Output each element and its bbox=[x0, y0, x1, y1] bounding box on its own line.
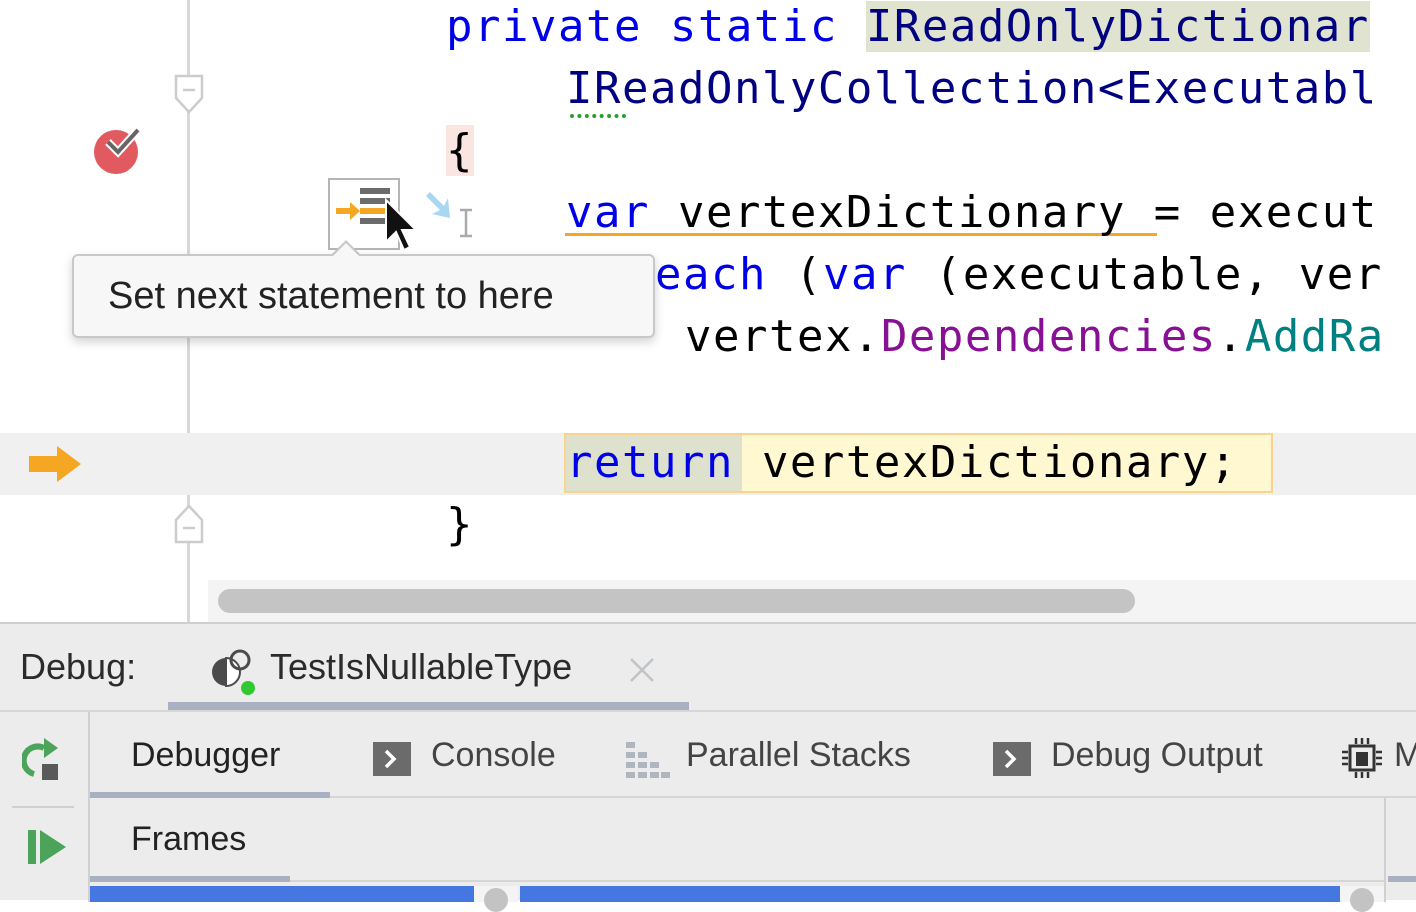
debug-left-toolbar bbox=[0, 712, 90, 902]
tab-memory[interactable]: M bbox=[1342, 712, 1416, 798]
tab-label: Parallel Stacks bbox=[686, 736, 911, 774]
code-token: vertexDictionary; bbox=[733, 437, 1238, 488]
memory-icon bbox=[1342, 738, 1382, 778]
code-token: var bbox=[822, 249, 907, 300]
code-line-return: return vertexDictionary; bbox=[566, 432, 1238, 494]
code-token: IReadOnlyCollection<Executabl bbox=[566, 63, 1378, 114]
rerun-icon[interactable] bbox=[22, 734, 68, 784]
code-token: vertex. bbox=[685, 311, 881, 362]
frames-header[interactable]: Frames bbox=[131, 820, 246, 859]
tab-label: M bbox=[1394, 736, 1416, 774]
session-tab-underline bbox=[168, 702, 689, 710]
tooltip-pointer-fill bbox=[332, 243, 360, 257]
code-token: (executable, ver bbox=[906, 249, 1383, 300]
code-token: . bbox=[1216, 311, 1245, 362]
parallel-stacks-icon bbox=[626, 742, 670, 778]
fold-end-icon[interactable] bbox=[173, 504, 205, 544]
execution-pointer-icon[interactable] bbox=[27, 444, 83, 484]
code-token: Dependencies bbox=[880, 311, 1217, 362]
toolbar-divider bbox=[12, 806, 74, 808]
console-icon bbox=[373, 742, 411, 776]
console-icon bbox=[993, 742, 1031, 776]
code-token: IReadOnlyDictionar bbox=[865, 1, 1370, 52]
debug-session-icon bbox=[212, 649, 255, 695]
tab-parallel-stacks[interactable]: Parallel Stacks bbox=[626, 712, 911, 798]
fold-collapse-icon[interactable] bbox=[173, 74, 205, 114]
code-line-6: vertex.Dependencies.AddRa bbox=[685, 306, 1385, 368]
code-line-1: private static IReadOnlyDictionar bbox=[446, 0, 1370, 58]
frames-tab-indicator bbox=[90, 876, 290, 882]
code-line-5: each (var (executable, ver bbox=[655, 244, 1383, 306]
tab-debug-output[interactable]: Debug Output bbox=[993, 712, 1263, 798]
code-line-close-brace: } bbox=[446, 494, 474, 556]
resume-icon[interactable] bbox=[26, 826, 68, 868]
debug-tabs: Debugger Console Parallel Stacks Debug O… bbox=[90, 712, 1416, 798]
code-line-2: IReadOnlyCollection<Executabl bbox=[566, 58, 1378, 120]
code-token: } bbox=[446, 499, 474, 550]
code-line-3: { bbox=[446, 120, 474, 182]
run-to-cursor-icon[interactable] bbox=[424, 186, 482, 242]
code-token: ( bbox=[766, 249, 823, 300]
debug-session-tab[interactable]: TestIsNullableType bbox=[168, 624, 689, 710]
tab-label: Debug Output bbox=[1051, 736, 1263, 774]
panel-splitter[interactable] bbox=[1384, 798, 1386, 902]
code-line-4: var vertexDictionary = execut bbox=[566, 182, 1378, 244]
debug-label: Debug: bbox=[20, 646, 137, 687]
code-token: private static bbox=[446, 1, 866, 52]
tooltip: Set next statement to here bbox=[72, 254, 655, 338]
tab-label: Console bbox=[431, 736, 556, 774]
tab-debugger[interactable]: Debugger bbox=[131, 712, 280, 798]
breakpoint-checked-icon[interactable] bbox=[92, 124, 144, 176]
horizontal-scrollbar-thumb[interactable] bbox=[218, 589, 1135, 613]
close-icon[interactable] bbox=[628, 656, 656, 684]
code-token: { bbox=[446, 125, 474, 176]
tab-label: Debugger bbox=[131, 736, 281, 774]
code-token: AddRa bbox=[1244, 311, 1385, 362]
debug-header: Debug: TestIsNullableType bbox=[0, 624, 1416, 710]
code-token: var bbox=[566, 187, 650, 238]
mouse-cursor-icon bbox=[385, 197, 419, 252]
code-token: return bbox=[566, 437, 734, 488]
frames-list-scrollbar-thumb[interactable] bbox=[1350, 888, 1374, 912]
tab-console[interactable]: Console bbox=[373, 712, 556, 798]
thread-list-scrollbar-thumb[interactable] bbox=[484, 888, 508, 912]
code-token: vertexDictionary = execut bbox=[649, 187, 1378, 238]
tooltip-text: Set next statement to here bbox=[108, 275, 554, 317]
debug-tool-window: Debug: TestIsNullableType Debugger Conso… bbox=[0, 622, 1416, 912]
active-tab-indicator bbox=[90, 792, 330, 798]
right-panel-tab-indicator bbox=[1388, 876, 1416, 882]
debug-session-name: TestIsNullableType bbox=[270, 646, 573, 687]
code-token: each bbox=[655, 249, 767, 300]
